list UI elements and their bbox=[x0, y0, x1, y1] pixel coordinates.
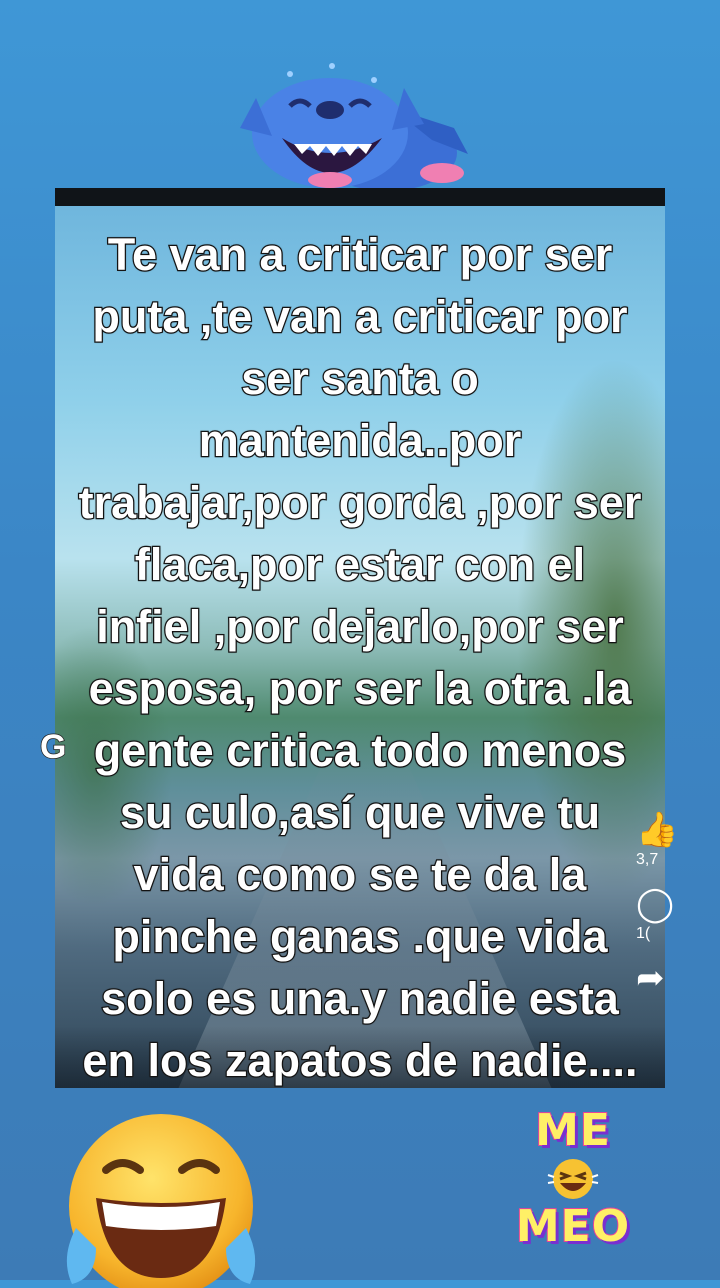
sticker-word-top: ME bbox=[534, 1104, 611, 1157]
caption-line: pinche ganas .que vida bbox=[111, 910, 609, 964]
caption-line: ser santa o bbox=[240, 352, 480, 406]
caption-line: solo es una.y nadie esta bbox=[100, 972, 620, 1026]
like-count: 3,7 bbox=[636, 851, 659, 868]
laughing-emoji-icon bbox=[547, 1159, 599, 1199]
caption-line: trabajar,por gorda ,por ser bbox=[77, 476, 642, 530]
comment-icon[interactable]: ◯ bbox=[636, 884, 676, 924]
caption-line: su culo,así que vive tu bbox=[119, 786, 602, 840]
caption-line: Te van a criticar por ser bbox=[107, 228, 614, 282]
video-top-bar bbox=[55, 188, 665, 206]
video-frame[interactable]: Te van a criticar por ser puta ,te van a… bbox=[55, 206, 665, 1088]
caption-line: flaca,por estar con el bbox=[134, 538, 587, 592]
caption-line: puta ,te van a criticar por bbox=[91, 290, 629, 344]
comment-count: 1( bbox=[636, 925, 651, 942]
side-actions: 👍 3,7 ◯ 1( ➦ bbox=[636, 810, 678, 998]
stray-letter: G bbox=[39, 727, 67, 767]
caption-line: infiel ,por dejarlo,por ser bbox=[95, 600, 625, 654]
caption-line: en los zapatos de nadie.... bbox=[81, 1034, 639, 1088]
stitch-laughing-icon bbox=[240, 63, 468, 191]
video-caption: Te van a criticar por ser puta ,te van a… bbox=[55, 224, 665, 1088]
sticker-word-bottom: MEO bbox=[515, 1200, 631, 1253]
tears-of-joy-emoji-icon bbox=[66, 1114, 256, 1288]
memeo-sticker: ME MEO bbox=[498, 1104, 648, 1255]
caption-line: mantenida..por bbox=[197, 414, 522, 468]
caption-line: esposa, por ser la otra .la bbox=[87, 662, 632, 716]
caption-line: vida como se te da la bbox=[132, 848, 587, 902]
share-icon[interactable]: ➦ bbox=[636, 958, 676, 998]
caption-line: gente critica todo menos bbox=[92, 724, 627, 778]
thumbs-up-icon[interactable]: 👍 bbox=[636, 810, 678, 850]
